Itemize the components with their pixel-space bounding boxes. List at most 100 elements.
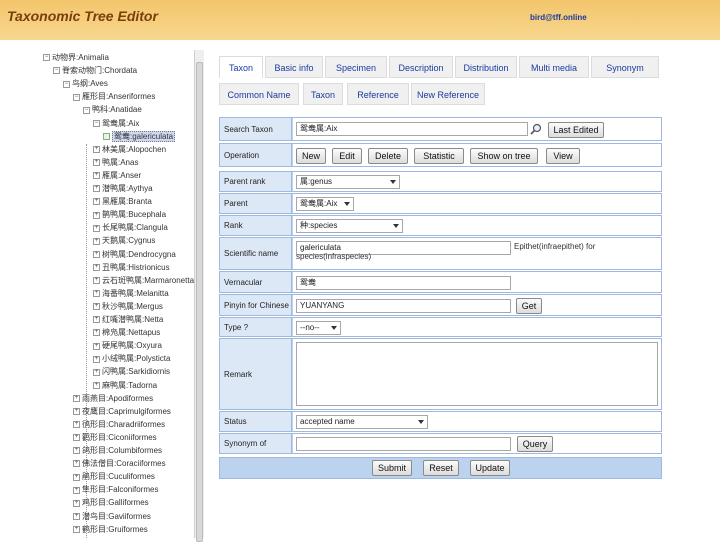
tree-scrollbar[interactable]	[194, 50, 204, 538]
tree-node[interactable]: +鸽形目:Columbiformes	[73, 445, 162, 457]
tree-node-label[interactable]: 鹃形目:Cuculiformes	[82, 472, 155, 481]
tree-node[interactable]: +海番鸭属:Melanitta	[93, 288, 169, 300]
expand-icon[interactable]: +	[93, 185, 100, 192]
tree-node[interactable]: +硬尾鸭属:Oxyura	[93, 340, 162, 352]
tree-node-label[interactable]: 脊索动物门:Chordata	[62, 66, 137, 75]
collapse-icon[interactable]: −	[43, 54, 50, 61]
expand-icon[interactable]: +	[73, 395, 80, 402]
tree-node[interactable]: −动物界:Animalia	[43, 52, 109, 64]
tree-node[interactable]: +雁属:Anser	[93, 170, 141, 182]
expand-icon[interactable]: +	[73, 513, 80, 520]
expand-icon[interactable]: +	[73, 421, 80, 428]
tree-node-label[interactable]: 鸽形目:Columbiformes	[82, 446, 162, 455]
subtab-common-name[interactable]: Common Name	[219, 83, 299, 105]
tree-node[interactable]: +雨燕目:Apodiformes	[73, 393, 153, 405]
tree-node[interactable]: −雁形目:Anseriformes	[73, 91, 155, 103]
status-select[interactable]: accepted name	[296, 415, 428, 429]
tree-node-label[interactable]: 海番鸭属:Melanitta	[102, 289, 169, 298]
tree-node-label[interactable]: 鸳鸯:galericulata	[112, 131, 175, 142]
collapse-icon[interactable]: −	[73, 94, 80, 101]
tree-node[interactable]: +鹊鸭属:Bucephala	[93, 209, 166, 221]
search-icon[interactable]	[530, 123, 542, 135]
expand-icon[interactable]: +	[93, 290, 100, 297]
tree-node[interactable]: −脊索动物门:Chordata	[53, 65, 137, 77]
submit-button[interactable]: Submit	[372, 460, 412, 476]
expand-icon[interactable]: +	[73, 526, 80, 533]
collapse-icon[interactable]: −	[83, 107, 90, 114]
tree-node[interactable]: +闪鸭属:Sarkidiornis	[93, 366, 170, 378]
view-button[interactable]: View	[546, 148, 580, 164]
expand-icon[interactable]: +	[93, 329, 100, 336]
tab-taxon[interactable]: Taxon	[219, 56, 263, 78]
expand-icon[interactable]: +	[93, 382, 100, 389]
tree-node-label[interactable]: 闪鸭属:Sarkidiornis	[102, 367, 170, 376]
tree-node-label[interactable]: 黑雁属:Branta	[102, 197, 152, 206]
query-button[interactable]: Query	[517, 436, 553, 452]
expand-icon[interactable]: +	[93, 343, 100, 350]
expand-icon[interactable]: +	[73, 434, 80, 441]
tree-scrollbar-thumb[interactable]	[196, 62, 203, 542]
tree-node-label[interactable]: 林美属:Alopochen	[102, 145, 166, 154]
tree-node[interactable]: +潜鸭属:Aythya	[93, 183, 153, 195]
tree-node-label[interactable]: 长尾鸭属:Clangula	[102, 223, 168, 232]
collapse-icon[interactable]: −	[53, 67, 60, 74]
update-button[interactable]: Update	[470, 460, 510, 476]
tree-node-label[interactable]: 鸡形目:Galliformes	[82, 498, 149, 507]
collapse-icon[interactable]: −	[63, 81, 70, 88]
tree-node[interactable]: +鹳形目:Ciconiiformes	[73, 432, 157, 444]
expand-icon[interactable]: +	[93, 356, 100, 363]
edit-button[interactable]: Edit	[332, 148, 362, 164]
expand-icon[interactable]: +	[93, 277, 100, 284]
expand-icon[interactable]: +	[93, 159, 100, 166]
tree-node-label[interactable]: 鸭科:Anatidae	[92, 105, 142, 114]
tree-node-label[interactable]: 麻鸭属:Tadorna	[102, 381, 157, 390]
expand-icon[interactable]: +	[93, 251, 100, 258]
tree-node-label[interactable]: 鸻形目:Charadriiformes	[82, 420, 165, 429]
tab-specimen[interactable]: Specimen	[325, 56, 387, 78]
expand-icon[interactable]: +	[93, 225, 100, 232]
expand-icon[interactable]: +	[73, 487, 80, 494]
new-button[interactable]: New	[296, 148, 326, 164]
tab-distribution[interactable]: Distribution	[455, 56, 517, 78]
tree-node-label[interactable]: 雨燕目:Apodiformes	[82, 394, 153, 403]
tree-node[interactable]: −鸳鸯属:Aix	[93, 118, 139, 130]
tree-node-label[interactable]: 鸟纲:Aves	[72, 79, 108, 88]
tree-node-label[interactable]: 小绒鸭属:Polysticta	[102, 354, 170, 363]
tree-node-label[interactable]: 雁形目:Anseriformes	[82, 92, 155, 101]
expand-icon[interactable]: +	[93, 238, 100, 245]
tree-node[interactable]: +麻鸭属:Tadorna	[93, 380, 157, 392]
tree-node[interactable]: −鸟纲:Aves	[63, 78, 108, 90]
reset-button[interactable]: Reset	[423, 460, 459, 476]
tree-node[interactable]: +小绒鸭属:Polysticta	[93, 353, 170, 365]
tree-node-label[interactable]: 雁属:Anser	[102, 171, 141, 180]
pinyin-input[interactable]: YUANYANG	[296, 299, 511, 313]
tree-node-label[interactable]: 隼形目:Falconiformes	[82, 485, 158, 494]
expand-icon[interactable]: +	[73, 500, 80, 507]
tree-node[interactable]: +棉凫属:Nettapus	[93, 327, 160, 339]
tree-node[interactable]: +树鸭属:Dendrocygna	[93, 249, 176, 261]
tree-node[interactable]: −鸭科:Anatidae	[83, 104, 142, 116]
tree-node-label[interactable]: 天鹅属:Cygnus	[102, 236, 155, 245]
tree-node-label[interactable]: 动物界:Animalia	[52, 53, 109, 62]
parent-select[interactable]: 鸳鸯属:Aix	[296, 197, 354, 211]
tree-node-label[interactable]: 云石斑鸭属:Marmaronetta	[102, 276, 194, 285]
tree-node-label[interactable]: 鹊鸭属:Bucephala	[102, 210, 166, 219]
subtab-taxon[interactable]: Taxon	[303, 83, 343, 105]
tree-node-label[interactable]: 鹳形目:Ciconiiformes	[82, 433, 157, 442]
remark-textarea[interactable]	[296, 342, 658, 406]
user-email-link[interactable]: bird@tff.online	[530, 13, 587, 22]
tree-node[interactable]: 鸳鸯:galericulata	[103, 131, 175, 143]
tree-node[interactable]: +秋沙鸭属:Mergus	[93, 301, 163, 313]
tree-node[interactable]: +鹃形目:Cuculiformes	[73, 471, 155, 483]
last-edited-button[interactable]: Last Edited	[548, 122, 604, 138]
vernacular-input[interactable]: 鸳鸯	[296, 276, 511, 290]
synonym-of-input[interactable]	[296, 437, 511, 451]
tree-node-label[interactable]: 夜鹰目:Caprimulgiformes	[82, 407, 171, 416]
tree-node[interactable]: +佛法僧目:Coraciiformes	[73, 458, 166, 470]
expand-icon[interactable]: +	[93, 172, 100, 179]
tree-node-label[interactable]: 树鸭属:Dendrocygna	[102, 250, 176, 259]
tree-node-label[interactable]: 鹤形目:Gruiformes	[82, 525, 148, 534]
subtab-reference[interactable]: Reference	[347, 83, 409, 105]
expand-icon[interactable]: +	[73, 474, 80, 481]
tree-node-label[interactable]: 潜鸭属:Aythya	[102, 184, 153, 193]
